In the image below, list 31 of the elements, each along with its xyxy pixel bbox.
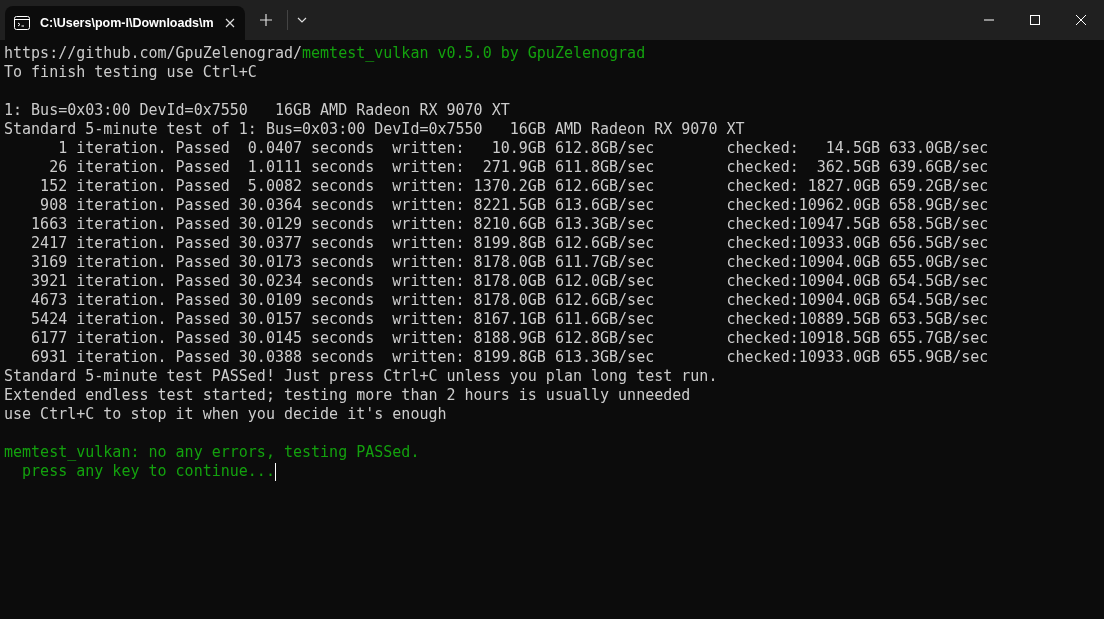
- output-text: 1663 iteration. Passed 30.0129 seconds written: 8210.6GB 613.3GB/sec checked:10947.5GB 658.5GB/sec: [30, 215, 989, 234]
- output-text: 3169 iteration. Passed 30.0173 seconds written: 8178.0GB 611.7GB/sec checked:10904.0GB 655.0GB/sec: [30, 253, 989, 272]
- output-text: memtest_vulkan: no any errors, testing PASSed.: [4, 443, 420, 462]
- output-text: 3921 iteration. Passed 30.0234 seconds written: 8178.0GB 612.0GB/sec checked:10904.0GB 654.5GB/sec: [30, 272, 989, 291]
- output-text: Standard 5-minute test PASSed! Just press Ctrl+C unless you plan long test run.: [4, 367, 718, 386]
- output-text: 6931 iteration. Passed 30.0388 seconds written: 8199.8GB 613.3GB/sec checked:10933.0GB 655.9GB/sec: [30, 348, 989, 367]
- terminal-icon: [14, 16, 30, 30]
- output-text: 908 iteration. Passed 30.0364 seconds written: 8221.5GB 613.6GB/sec checked:10962.0GB 658.9GB/sec: [39, 196, 989, 215]
- output-text: https://github.com/GpuZelenograd/: [4, 44, 302, 63]
- tab-title: C:\Users\pom-l\Downloads\m: [40, 14, 214, 32]
- output-text: To finish testing use Ctrl+C: [4, 63, 257, 82]
- output-text: Standard 5-minute test of 1: Bus=0x03:00 DevId=0x7550 16GB AMD Radeon RX 9070 XT: [4, 120, 745, 139]
- cursor-icon: [274, 462, 276, 481]
- output-text: 152 iteration. Passed 5.0082 seconds written: 1370.2GB 612.6GB/sec checked: 1827.0GB 659.2GB/sec: [39, 177, 989, 196]
- output-text: press any key to continue...: [21, 462, 275, 481]
- close-icon[interactable]: [224, 17, 236, 29]
- output-text: 4673 iteration. Passed 30.0109 seconds written: 8178.0GB 612.6GB/sec checked:10904.0GB 654.5GB/sec: [30, 291, 989, 310]
- maximize-icon: [1030, 15, 1040, 25]
- output-text: 2417 iteration. Passed 30.0377 seconds written: 8199.8GB 612.6GB/sec checked:10933.0GB 656.5GB/sec: [30, 234, 989, 253]
- output-text: 1: Bus=0x03:00 DevId=0x7550 16GB AMD Radeon RX 9070 XT: [4, 101, 510, 120]
- output-text: use Ctrl+C to stop it when you decide it's enough: [4, 405, 447, 424]
- output-text: 6177 iteration. Passed 30.0145 seconds written: 8188.9GB 612.8GB/sec checked:10918.5GB 655.7GB/sec: [30, 329, 989, 348]
- output-text: Extended endless test started; testing more than 2 hours is usually unneeded: [4, 386, 691, 405]
- close-icon: [1076, 15, 1086, 25]
- output-text: 5424 iteration. Passed 30.0157 seconds written: 8167.1GB 611.6GB/sec checked:10889.5GB 653.5GB/sec: [30, 310, 989, 329]
- output-text: memtest_vulkan v0.5.0 by GpuZelenograd: [302, 44, 646, 63]
- minimize-icon: [984, 19, 994, 21]
- plus-icon[interactable]: [259, 13, 273, 27]
- output-text: 1 iteration. Passed 0.0407 seconds written: 10.9GB 612.8GB/sec checked: 14.5GB 633.0GB/sec: [57, 139, 989, 158]
- chevron-down-icon[interactable]: [297, 17, 307, 23]
- output-text: 26 iteration. Passed 1.0111 seconds written: 271.9GB 611.8GB/sec checked: 362.5GB 639.6GB/sec: [48, 158, 989, 177]
